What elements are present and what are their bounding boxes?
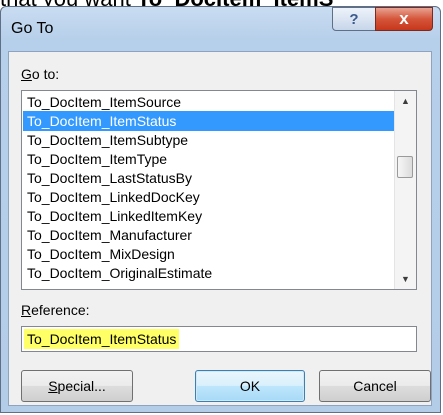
list-item[interactable]: To_DocItem_LastStatusBy xyxy=(23,168,394,188)
goto-label-text: o to: xyxy=(31,66,60,82)
list-item[interactable]: To_DocItem_MixDesign xyxy=(23,244,394,264)
reference-input[interactable]: To_DocItem_ItemStatus xyxy=(21,326,417,352)
list-item[interactable]: To_DocItem_ItemSubtype xyxy=(23,130,394,150)
special-button-accelerator: S xyxy=(48,378,58,394)
ok-button-label: OK xyxy=(239,378,261,394)
list-item[interactable]: To_DocItem_ItemType xyxy=(23,149,394,169)
close-icon: x xyxy=(399,9,409,28)
scrollbar-thumb[interactable] xyxy=(397,156,413,178)
dialog-title: Go To xyxy=(11,20,54,37)
reference-label: Reference: xyxy=(21,302,90,318)
close-button[interactable]: x xyxy=(375,7,433,31)
scroll-down-icon[interactable]: ▼ xyxy=(395,269,416,289)
reference-input-value: To_DocItem_ItemStatus xyxy=(24,329,180,349)
special-button-label: pecial... xyxy=(57,378,106,394)
ok-button[interactable]: OK xyxy=(195,370,305,402)
goto-label-accelerator: G xyxy=(21,66,32,82)
cancel-button-label: Cancel xyxy=(353,378,397,394)
dialog-body: Go to: To_DocItem_ItemSource To_DocItem_… xyxy=(8,51,432,406)
list-item[interactable]: To_DocItem_ItemSource xyxy=(23,92,394,112)
listbox-scrollbar[interactable]: ▲ ▼ xyxy=(394,91,416,289)
goto-listbox[interactable]: To_DocItem_ItemSource To_DocItem_ItemSta… xyxy=(21,90,417,290)
special-button[interactable]: Special... xyxy=(21,370,133,402)
list-item[interactable]: To_DocItem_LinkedDocKey xyxy=(23,187,394,207)
scroll-up-icon[interactable]: ▲ xyxy=(395,91,416,111)
goto-dialog: Go To ? x Go to: To_DocItem_ItemSource T… xyxy=(0,6,441,413)
goto-label: Go to: xyxy=(21,66,59,82)
reference-label-text: eference: xyxy=(31,302,90,318)
list-item-selected[interactable]: To_DocItem_ItemStatus xyxy=(23,111,394,131)
help-icon: ? xyxy=(349,10,359,28)
list-item[interactable]: To_DocItem_Manufacturer xyxy=(23,225,394,245)
reference-label-accelerator: R xyxy=(21,302,32,318)
cancel-button[interactable]: Cancel xyxy=(319,370,431,402)
list-item[interactable]: To_DocItem_LinkedItemKey xyxy=(23,206,394,226)
title-bar[interactable]: Go To ? x xyxy=(1,7,440,51)
help-button[interactable]: ? xyxy=(332,7,376,31)
list-item[interactable]: To_DocItem_OriginalEstimate xyxy=(23,263,394,283)
